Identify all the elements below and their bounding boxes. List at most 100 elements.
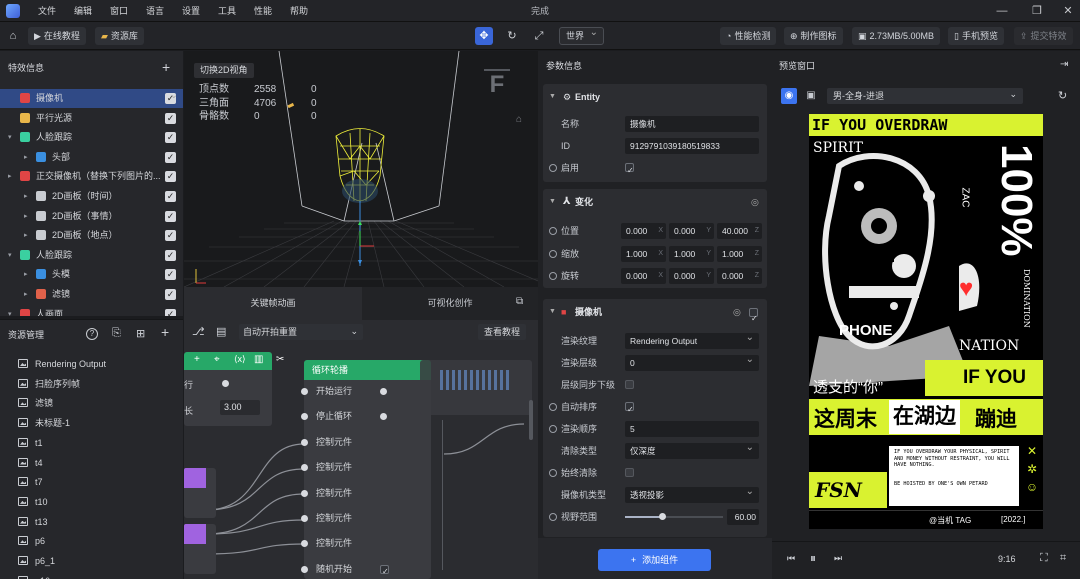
- asset-item[interactable]: p6: [18, 532, 45, 551]
- left-node-port[interactable]: [222, 380, 229, 387]
- memory-button[interactable]: ▣ 2.73MB/5.00MB: [852, 27, 941, 45]
- tree-item[interactable]: ▸ 2D画板（时间） ✓: [0, 187, 183, 206]
- collapse-panel-icon[interactable]: ⇥: [1060, 59, 1068, 70]
- purple-node-1[interactable]: [184, 468, 216, 518]
- video-icon[interactable]: ▣: [803, 88, 819, 104]
- submit-effect-button[interactable]: ⇪ 提交特效: [1014, 27, 1073, 45]
- expand-arrow-icon[interactable]: ▾: [8, 128, 12, 147]
- menu-item[interactable]: 性能: [254, 0, 290, 22]
- layer-sync-checkbox[interactable]: [625, 380, 634, 389]
- input-port[interactable]: [301, 515, 308, 522]
- loop-node[interactable]: 循环轮播 开始运行 停止循环 控制元件 控制元件 控制元件 控制元件 控制元件 随机开始: [301, 360, 431, 579]
- transform-header[interactable]: ▼ ⅄ 变化 ◎: [543, 189, 767, 215]
- reset-icon[interactable]: ◎: [751, 189, 759, 215]
- input-port[interactable]: [301, 464, 308, 472]
- camera-view-icon[interactable]: ◉: [781, 88, 797, 104]
- expand-arrow-icon[interactable]: ▸: [24, 207, 28, 226]
- output-port[interactable]: [380, 388, 387, 395]
- visibility-checkbox[interactable]: ✓: [165, 249, 176, 261]
- expand-arrow-icon[interactable]: ▾: [8, 246, 12, 265]
- tree-item[interactable]: ▾ 人脸跟踪 ✓: [0, 128, 183, 147]
- node-editor[interactable]: ⎇ ▤ 自动开拍重置 ⌄ 查看教程 + ⌖ ⟨x⟩ ▥ ✂ 行 长 3.00 循…: [184, 320, 538, 579]
- asset-item[interactable]: t4: [18, 454, 43, 473]
- asset-item[interactable]: t13: [18, 513, 48, 532]
- transform-z-input[interactable]: 1.000 Z: [717, 245, 762, 262]
- camera-type-select[interactable]: 透视投影: [625, 487, 759, 503]
- visibility-checkbox[interactable]: ✓: [165, 230, 176, 242]
- layout-icon[interactable]: ▤: [216, 325, 226, 338]
- input-port[interactable]: [301, 565, 308, 573]
- tree-item[interactable]: ▸ 头部 ✓: [0, 148, 183, 167]
- expand-arrow-icon[interactable]: ▸: [24, 285, 28, 304]
- asset-item[interactable]: p16: [18, 572, 50, 579]
- left-node[interactable]: + ⌖ ⟨x⟩ ▥ ✂ 行 长 3.00: [184, 352, 284, 426]
- entity-header[interactable]: ▼ ⚙ Entity: [543, 84, 767, 110]
- target-icon[interactable]: ⌖: [214, 354, 220, 365]
- node-graph-icon[interactable]: ⎇: [192, 325, 205, 338]
- trigger-select[interactable]: 自动开拍重置 ⌄: [239, 324, 363, 340]
- tree-item[interactable]: ▸ 滤镜 ✓: [0, 285, 183, 304]
- purple-node-2[interactable]: [184, 524, 216, 574]
- asset-item[interactable]: t7: [18, 473, 43, 492]
- add-asset-icon[interactable]: +: [161, 324, 169, 340]
- crop-icon[interactable]: ⌗: [1060, 552, 1066, 565]
- add-icon[interactable]: +: [194, 354, 200, 365]
- input-port[interactable]: [301, 540, 308, 548]
- import-file-icon[interactable]: ⎘: [112, 327, 121, 340]
- input-port[interactable]: [301, 438, 308, 446]
- reset-icon[interactable]: ◎: [733, 299, 741, 325]
- space-select[interactable]: 世界: [559, 25, 604, 45]
- transform-x-input[interactable]: 0.000 X: [621, 268, 666, 284]
- variable-icon[interactable]: ⟨x⟩: [234, 354, 246, 365]
- input-port[interactable]: [301, 489, 308, 497]
- visibility-checkbox[interactable]: ✓: [165, 210, 176, 222]
- move-tool-icon[interactable]: ✥: [475, 27, 493, 45]
- visibility-checkbox[interactable]: ✓: [165, 289, 176, 300]
- input-port[interactable]: [301, 388, 308, 395]
- tree-item[interactable]: ▾ 人脸跟踪 ✓: [0, 246, 183, 265]
- view-gizmo[interactable]: F: [484, 69, 510, 111]
- node-editor-scrollbar[interactable]: [529, 400, 533, 440]
- pause-icon[interactable]: ⏸: [810, 551, 816, 566]
- restore-icon[interactable]: ❐: [1025, 0, 1049, 22]
- tree-item[interactable]: 摄像机 ✓: [0, 89, 183, 108]
- home-icon[interactable]: ⌂: [4, 27, 22, 45]
- visibility-checkbox[interactable]: ✓: [165, 308, 176, 316]
- visibility-checkbox[interactable]: ✓: [165, 269, 176, 281]
- camera-header[interactable]: ▼ ■ 摄像机 ◎: [543, 299, 767, 332]
- scissors-icon[interactable]: ✂: [276, 354, 284, 365]
- help-icon[interactable]: ?: [86, 328, 98, 340]
- asset-item[interactable]: Rendering Output: [18, 355, 106, 374]
- asset-item[interactable]: 滤镜: [18, 394, 53, 413]
- transform-y-input[interactable]: 1.000 Y: [669, 245, 714, 262]
- aspect-ratio-select[interactable]: 9:16: [998, 554, 1016, 564]
- render-texture-select[interactable]: Rendering Output: [625, 333, 759, 349]
- online-tutorial-button[interactable]: ▶ 在线教程: [28, 27, 86, 45]
- menu-item[interactable]: 编辑: [74, 0, 110, 22]
- tree-item[interactable]: ▸ 头模 ✓: [0, 265, 183, 284]
- minimap[interactable]: [420, 360, 532, 415]
- tree-item[interactable]: ▸ 正交摄像机（替换下列图片的... ✓: [0, 167, 183, 186]
- enable-checkbox[interactable]: [625, 161, 634, 181]
- expand-arrow-icon[interactable]: ▸: [24, 187, 28, 206]
- book-icon[interactable]: ▥: [254, 354, 263, 365]
- tree-item[interactable]: 平行光源 ✓: [0, 109, 183, 128]
- home-view-icon[interactable]: ⌂: [516, 114, 522, 125]
- next-icon[interactable]: ⏭: [834, 553, 842, 564]
- transform-z-input[interactable]: 40.000 Z: [717, 223, 762, 239]
- expand-arrow-icon[interactable]: ▾: [8, 305, 12, 316]
- render-order-input[interactable]: 5: [625, 421, 759, 437]
- asset-item[interactable]: 扫脸序列帧: [18, 375, 80, 394]
- expand-arrow-icon[interactable]: ▸: [24, 265, 28, 284]
- tree-item[interactable]: ▾ 人画面 ✓: [0, 305, 183, 316]
- phone-preview-button[interactable]: ▯ 手机预览: [948, 27, 1004, 45]
- previous-icon[interactable]: ⏮: [787, 553, 795, 564]
- switch-2d-button[interactable]: 切换2D视角: [194, 63, 254, 78]
- visibility-checkbox[interactable]: ✓: [165, 151, 176, 163]
- tree-item[interactable]: ▸ 2D画板（事情） ✓: [0, 207, 183, 226]
- asset-item[interactable]: t1: [18, 434, 43, 453]
- scene-viewport[interactable]: 切换2D视角 顶点数 2558 0 三角面 4706 0 骨骼数 0 0 F ⌂: [184, 51, 538, 287]
- transform-y-input[interactable]: 0.000 Y: [669, 268, 714, 284]
- input-port[interactable]: [301, 413, 308, 421]
- camera-enable-checkbox[interactable]: [749, 306, 758, 332]
